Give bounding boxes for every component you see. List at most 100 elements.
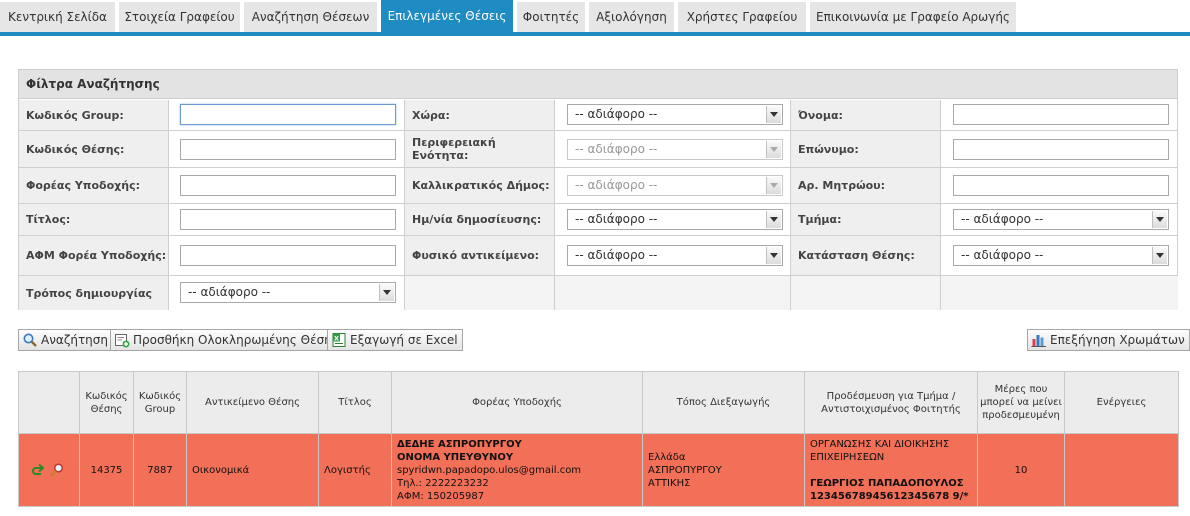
host-phone: Τηλ.: 2222223232 [397, 477, 489, 489]
column-header-subject[interactable]: Αντικείμενο Θέσης [186, 371, 319, 434]
tab-evaluation[interactable]: Αξιολόγηση [589, 2, 674, 32]
publish-date-select[interactable]: -- αδιάφορο -- [567, 209, 783, 230]
table-header-row: Κωδικός Θέσης Κωδικός Group Αντικείμενο … [18, 371, 1179, 434]
tab-office-info[interactable]: Στοιχεία Γραφείου [119, 2, 240, 32]
empty-cell [405, 276, 555, 310]
label-host: Φορέας Υποδοχής: [19, 168, 169, 204]
export-excel-label: Εξαγωγή σε Excel [350, 333, 458, 347]
add-completed-position-label: Προσθήκη Ολοκληρωμένης Θέσης [133, 333, 339, 347]
svg-text:X: X [334, 334, 339, 342]
magnifier-icon[interactable] [49, 462, 65, 478]
days-cell: 10 [977, 433, 1065, 507]
tab-contact-helpdesk[interactable]: Επικοινωνία με Γραφείο Αρωγής [810, 2, 1016, 32]
reserved-department: ΟΡΓΑΝΩΣΗΣ ΚΑΙ ΔΙΟΙΚΗΣΗΣ ΕΠΙΧΕΙΡΗΣΕΩΝ [810, 438, 950, 463]
publish-date-select-value: -- αδιάφορο -- [575, 212, 658, 226]
regional-unit-select-value: -- αδιάφορο -- [575, 142, 658, 156]
label-department: Τμήμα: [791, 204, 941, 236]
position-code-input[interactable] [180, 139, 396, 160]
first-name-cell [941, 100, 1178, 131]
chevron-down-icon [1152, 211, 1167, 228]
empty-cell [791, 276, 941, 310]
column-header-title[interactable]: Τίτλος [318, 371, 392, 434]
group-code-cell [169, 100, 405, 131]
place-cell: Ελλάδα ΑΣΠΡΟΠΥΡΓΟΥ ΑΤΤΙΚΗΣ [642, 433, 805, 507]
position-code-cell: 14375 [79, 433, 134, 507]
add-completed-position-button[interactable]: Προσθήκη Ολοκληρωμένης Θέσης [110, 329, 344, 351]
position-status-select[interactable]: -- αδιάφορο -- [953, 245, 1169, 266]
last-name-input[interactable] [953, 139, 1169, 160]
student-name: ΓΕΩΡΓΙΟΣ ΠΑΠΑΔΟΠΟΥΛΟΣ [810, 477, 964, 489]
column-header-position-code[interactable]: Κωδικός Θέσης [79, 371, 134, 434]
tab-home[interactable]: Κεντρική Σελίδα [0, 2, 115, 32]
group-code-cell: 7887 [133, 433, 187, 507]
registry-no-cell [941, 168, 1178, 204]
tab-search-positions[interactable]: Αναζήτηση Θέσεων [244, 2, 377, 32]
label-first-name: Όνομα: [791, 100, 941, 131]
place-city: ΑΣΠΡΟΠΥΡΓΟΥ [648, 464, 722, 476]
undo-arrow-icon[interactable] [30, 462, 46, 478]
column-header-reservation[interactable]: Προδέσμευση για Τμήμα / Αντιστοιχισμένος… [804, 371, 978, 434]
chevron-down-icon [766, 177, 781, 194]
physical-object-select[interactable]: -- αδιάφορο -- [567, 245, 783, 266]
label-creation-method: Τρόπος δημιουργίας [19, 276, 169, 310]
actions-cell [1064, 433, 1179, 507]
positions-table: Κωδικός Θέσης Κωδικός Group Αντικείμενο … [18, 371, 1179, 507]
publish-date-cell: -- αδιάφορο -- [555, 204, 791, 236]
host-input[interactable] [180, 175, 396, 196]
host-contact: ΟΝΟΜΑ ΥΠΕΥΘΥΝΟΥ [397, 451, 514, 463]
position-code-cell [169, 131, 405, 168]
tab-selected-positions[interactable]: Επιλεγμένες Θέσεις [381, 0, 513, 32]
host-afm-input[interactable] [180, 245, 396, 266]
municipality-cell: -- αδιάφορο -- [555, 168, 791, 204]
label-country: Χώρα: [405, 100, 555, 131]
first-name-input[interactable] [953, 104, 1169, 125]
title-cell: Λογιστής [318, 433, 392, 507]
column-header-place[interactable]: Τόπος Διεξαγωγής [642, 371, 805, 434]
municipality-select-value: -- αδιάφορο -- [575, 178, 658, 192]
chevron-down-icon [766, 141, 781, 158]
host-email: spyridwn.papadopo.ulos@gmail.com [397, 464, 582, 476]
position-status-cell: -- αδιάφορο -- [941, 236, 1178, 276]
position-status-select-value: -- αδιάφορο -- [961, 248, 1044, 262]
country-select-value: -- αδιάφορο -- [575, 107, 658, 121]
host-cell: ΔΕΔΗΕ ΑΣΠΡΟΠΥΡΓΟΥ ΟΝΟΜΑ ΥΠΕΥΘΥΝΟΥ spyrid… [391, 433, 643, 507]
empty-cell [941, 276, 1178, 310]
label-title: Τίτλος: [19, 204, 169, 236]
creation-method-select-value: -- αδιάφορο -- [188, 285, 271, 299]
tab-students[interactable]: Φοιτητές [517, 2, 585, 32]
department-select[interactable]: -- αδιάφορο -- [953, 209, 1169, 230]
main-tab-bar: Κεντρική Σελίδα Στοιχεία Γραφείου Αναζήτ… [0, 0, 1190, 36]
regional-unit-select[interactable]: -- αδιάφορο -- [567, 139, 783, 160]
bar-chart-icon [1031, 332, 1047, 348]
label-publish-date: Ημ/νία δημοσίευσης: [405, 204, 555, 236]
excel-icon: X [331, 332, 347, 348]
host-afm: ΑΦΜ: 150205987 [397, 490, 485, 502]
color-legend-button[interactable]: Επεξήγηση Χρωμάτων [1027, 329, 1190, 351]
column-header [18, 371, 80, 434]
column-header-actions: Ενέργειες [1064, 371, 1179, 434]
add-document-icon [114, 332, 130, 348]
place-region: ΑΤΤΙΚΗΣ [648, 477, 691, 489]
registry-no-input[interactable] [953, 175, 1169, 196]
title-input[interactable] [180, 209, 396, 230]
country-select[interactable]: -- αδιάφορο -- [567, 104, 783, 125]
last-name-cell [941, 131, 1178, 168]
column-header-days[interactable]: Μέρες που μπορεί να μείνει προδεσμευμένη [977, 371, 1065, 434]
empty-cell [555, 276, 791, 310]
export-excel-button[interactable]: X Εξαγωγή σε Excel [327, 329, 463, 351]
label-group-code: Κωδικός Group: [19, 100, 169, 131]
column-header-group-code[interactable]: Κωδικός Group [133, 371, 187, 434]
reservation-cell: ΟΡΓΑΝΩΣΗΣ ΚΑΙ ΔΙΟΙΚΗΣΗΣ ΕΠΙΧΕΙΡΗΣΕΩΝ ΓΕΩ… [804, 433, 978, 507]
group-code-input[interactable] [180, 104, 396, 125]
label-regional-unit: Περιφερειακή Ενότητα: [405, 131, 555, 168]
chevron-down-icon [766, 211, 781, 228]
chevron-down-icon [766, 106, 781, 123]
chevron-down-icon [1152, 247, 1167, 264]
search-button[interactable]: Αναζήτηση [18, 329, 113, 351]
column-header-host[interactable]: Φορέας Υποδοχής [391, 371, 643, 434]
place-country: Ελλάδα [648, 451, 686, 463]
municipality-select[interactable]: -- αδιάφορο -- [567, 175, 783, 196]
creation-method-select[interactable]: -- αδιάφορο -- [180, 282, 396, 303]
color-legend-label: Επεξήγηση Χρωμάτων [1050, 333, 1185, 347]
tab-office-users[interactable]: Χρήστες Γραφείου [678, 2, 806, 32]
